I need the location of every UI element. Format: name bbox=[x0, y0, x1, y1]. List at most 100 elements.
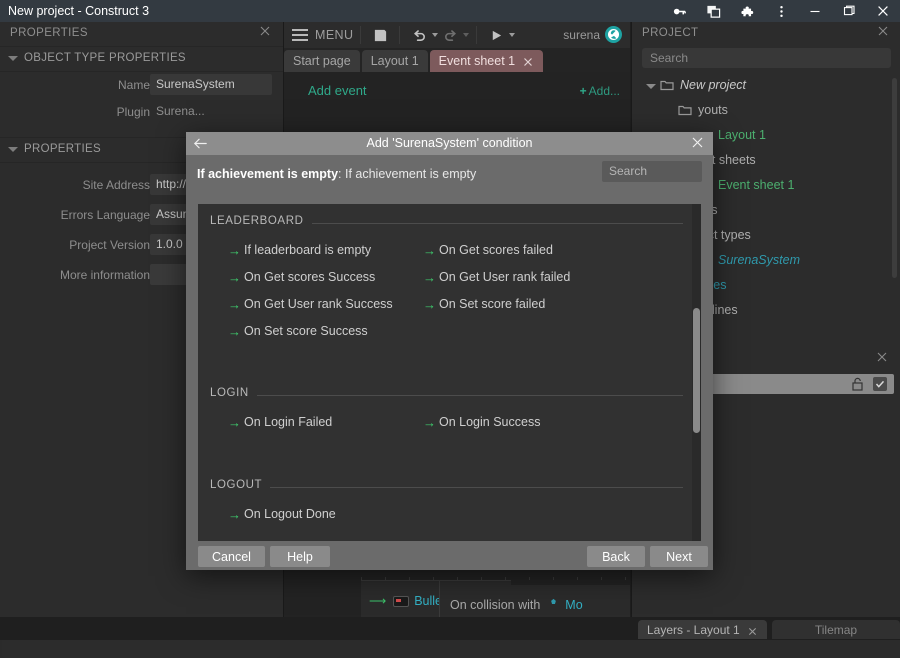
layer-visible-checkbox[interactable] bbox=[873, 377, 887, 391]
section-title: LEADERBOARD bbox=[210, 215, 312, 227]
section-leaderboard: LEADERBOARD → If leaderboard is empty → … bbox=[198, 212, 701, 364]
editor-tabs: Start page Layout 1 Event sheet 1 bbox=[284, 48, 630, 72]
condition-label: On Login Success bbox=[439, 415, 541, 429]
bottom-tab-bar: Layers - Layout 1 Tilemap bbox=[0, 617, 900, 640]
event-condition-text: On collision with Mo bbox=[450, 598, 583, 612]
condition-on-get-user-rank-success[interactable]: → On Get User rank Success bbox=[228, 294, 393, 314]
arrow-right-icon: → bbox=[423, 296, 436, 312]
project-tree-scrollbar[interactable] bbox=[892, 78, 897, 278]
project-panel-close-icon[interactable] bbox=[877, 25, 893, 41]
tab-close-icon[interactable] bbox=[523, 56, 534, 67]
event-condition-object: Mo bbox=[565, 598, 583, 612]
condition-on-get-scores-failed[interactable]: → On Get scores failed bbox=[423, 240, 553, 260]
add-event-button[interactable]: Add event bbox=[308, 83, 367, 98]
dialog-condition-list[interactable]: LEADERBOARD → If leaderboard is empty → … bbox=[198, 204, 701, 541]
bottom-tab-layers[interactable]: Layers - Layout 1 bbox=[638, 620, 767, 639]
section-header: LOGIN bbox=[198, 384, 701, 406]
add-condition-dialog: Add 'SurenaSystem' condition If achievem… bbox=[186, 132, 713, 570]
avatar[interactable] bbox=[605, 26, 622, 43]
toolbar-divider bbox=[476, 26, 478, 44]
preview-dropdown-caret-icon[interactable] bbox=[509, 33, 516, 37]
property-value-field[interactable]: SurenaSystem bbox=[150, 74, 272, 95]
tab-event-sheet-1[interactable]: Event sheet 1 bbox=[429, 50, 544, 72]
layers-panel-close-icon[interactable] bbox=[876, 351, 892, 367]
condition-label: On Get User rank failed bbox=[439, 270, 571, 284]
tree-item-label: New project bbox=[680, 78, 746, 92]
condition-on-logout-done[interactable]: → On Logout Done bbox=[228, 504, 336, 524]
dialog-description-bold: If achievement is empty bbox=[197, 167, 339, 181]
property-row-name[interactable]: Name SurenaSystem bbox=[0, 72, 283, 99]
toolbar-divider bbox=[399, 26, 401, 44]
maximize-icon[interactable] bbox=[832, 0, 866, 22]
bottom-tab-label: Tilemap bbox=[814, 622, 858, 637]
bottom-tab-close-icon[interactable] bbox=[748, 625, 758, 635]
event-object-row[interactable]: ⟶ Bullet bbox=[369, 594, 445, 608]
redo-dropdown-caret-icon[interactable] bbox=[463, 33, 470, 37]
workspace: PROPERTIES OBJECT TYPE PROPERTIES Name S… bbox=[0, 22, 900, 658]
event-condition-cell[interactable]: On collision with Mo bbox=[440, 585, 630, 617]
arrow-right-icon: → bbox=[423, 269, 436, 285]
condition-if-leaderboard-is-empty[interactable]: → If leaderboard is empty bbox=[228, 240, 371, 260]
window-title: New project - Construct 3 bbox=[8, 4, 150, 18]
next-button[interactable]: Next bbox=[650, 546, 708, 567]
property-value: http:// bbox=[156, 177, 187, 191]
bottom-tab-tilemap[interactable]: Tilemap bbox=[772, 620, 900, 639]
dialog-subheader: If achievement is empty: If achievement … bbox=[186, 155, 713, 194]
property-label: More information bbox=[59, 268, 150, 282]
unlock-icon[interactable] bbox=[851, 377, 864, 391]
kebab-menu-icon[interactable] bbox=[764, 0, 798, 22]
condition-label: On Set score Success bbox=[244, 324, 368, 338]
section-logout: LOGOUT → On Logout Done bbox=[198, 476, 701, 541]
preview-icon[interactable] bbox=[484, 23, 508, 47]
puzzle-icon[interactable] bbox=[730, 0, 764, 22]
condition-on-login-success[interactable]: → On Login Success bbox=[423, 412, 540, 432]
chevron-down-icon[interactable] bbox=[646, 84, 656, 89]
main-toolbar: MENU surena bbox=[284, 22, 630, 48]
tree-item-new-project[interactable]: New project bbox=[632, 74, 900, 99]
condition-on-get-user-rank-failed[interactable]: → On Get User rank failed bbox=[423, 267, 570, 287]
help-button[interactable]: Help bbox=[270, 546, 330, 567]
tree-item-label: Event sheet 1 bbox=[718, 178, 795, 192]
undo-icon[interactable] bbox=[407, 23, 431, 47]
close-icon[interactable] bbox=[866, 0, 900, 22]
save-icon[interactable] bbox=[368, 23, 392, 47]
condition-on-set-score-success[interactable]: → On Set score Success bbox=[228, 321, 368, 341]
dialog-scrollbar-thumb[interactable] bbox=[693, 308, 700, 433]
dialog-scrollbar-track[interactable] bbox=[692, 204, 701, 541]
project-panel-title: PROJECT bbox=[642, 27, 699, 39]
redo-icon[interactable] bbox=[438, 23, 462, 47]
condition-on-get-scores-success[interactable]: → On Get scores Success bbox=[228, 267, 375, 287]
condition-on-login-failed[interactable]: → On Login Failed bbox=[228, 412, 332, 432]
minimize-icon[interactable] bbox=[798, 0, 832, 22]
section-title: LOGIN bbox=[210, 387, 257, 399]
key-icon[interactable] bbox=[662, 0, 696, 22]
tree-item-label: Layout 1 bbox=[718, 128, 766, 142]
back-button[interactable]: Back bbox=[587, 546, 645, 567]
properties-panel-title: PROPERTIES bbox=[10, 27, 88, 39]
tab-layout-1[interactable]: Layout 1 bbox=[361, 50, 428, 72]
main-menu-button[interactable]: MENU bbox=[284, 22, 353, 48]
project-search-placeholder: Search bbox=[650, 51, 689, 65]
add-link-button[interactable]: + Add... bbox=[580, 84, 620, 98]
arrow-right-icon: → bbox=[228, 506, 241, 522]
properties-panel-close-icon[interactable] bbox=[259, 25, 275, 41]
tree-item-label: youts bbox=[698, 103, 728, 117]
arrow-right-icon: → bbox=[228, 414, 241, 430]
condition-label: On Get User rank Success bbox=[244, 297, 393, 311]
condition-on-set-score-failed[interactable]: → On Set score failed bbox=[423, 294, 545, 314]
property-label: Plugin bbox=[116, 105, 150, 119]
tab-start-page[interactable]: Start page bbox=[284, 50, 360, 72]
dialog-close-icon[interactable] bbox=[691, 136, 706, 151]
tree-item-layouts[interactable]: youts bbox=[632, 99, 900, 124]
toolbar-divider bbox=[360, 26, 362, 44]
condition-label: On Get scores Success bbox=[244, 270, 376, 284]
dialog-description: If achievement is empty: If achievement … bbox=[197, 167, 476, 181]
project-search-input[interactable]: Search bbox=[642, 48, 891, 68]
user-account[interactable]: surena bbox=[563, 26, 622, 43]
folder-icon bbox=[678, 104, 692, 116]
dialog-search-input[interactable]: Search bbox=[602, 161, 702, 182]
group-object-type-properties[interactable]: OBJECT TYPE PROPERTIES bbox=[0, 46, 283, 72]
cancel-button[interactable]: Cancel bbox=[198, 546, 265, 567]
screenshot-icon[interactable] bbox=[696, 0, 730, 22]
dialog-title-bar: Add 'SurenaSystem' condition bbox=[186, 132, 713, 155]
